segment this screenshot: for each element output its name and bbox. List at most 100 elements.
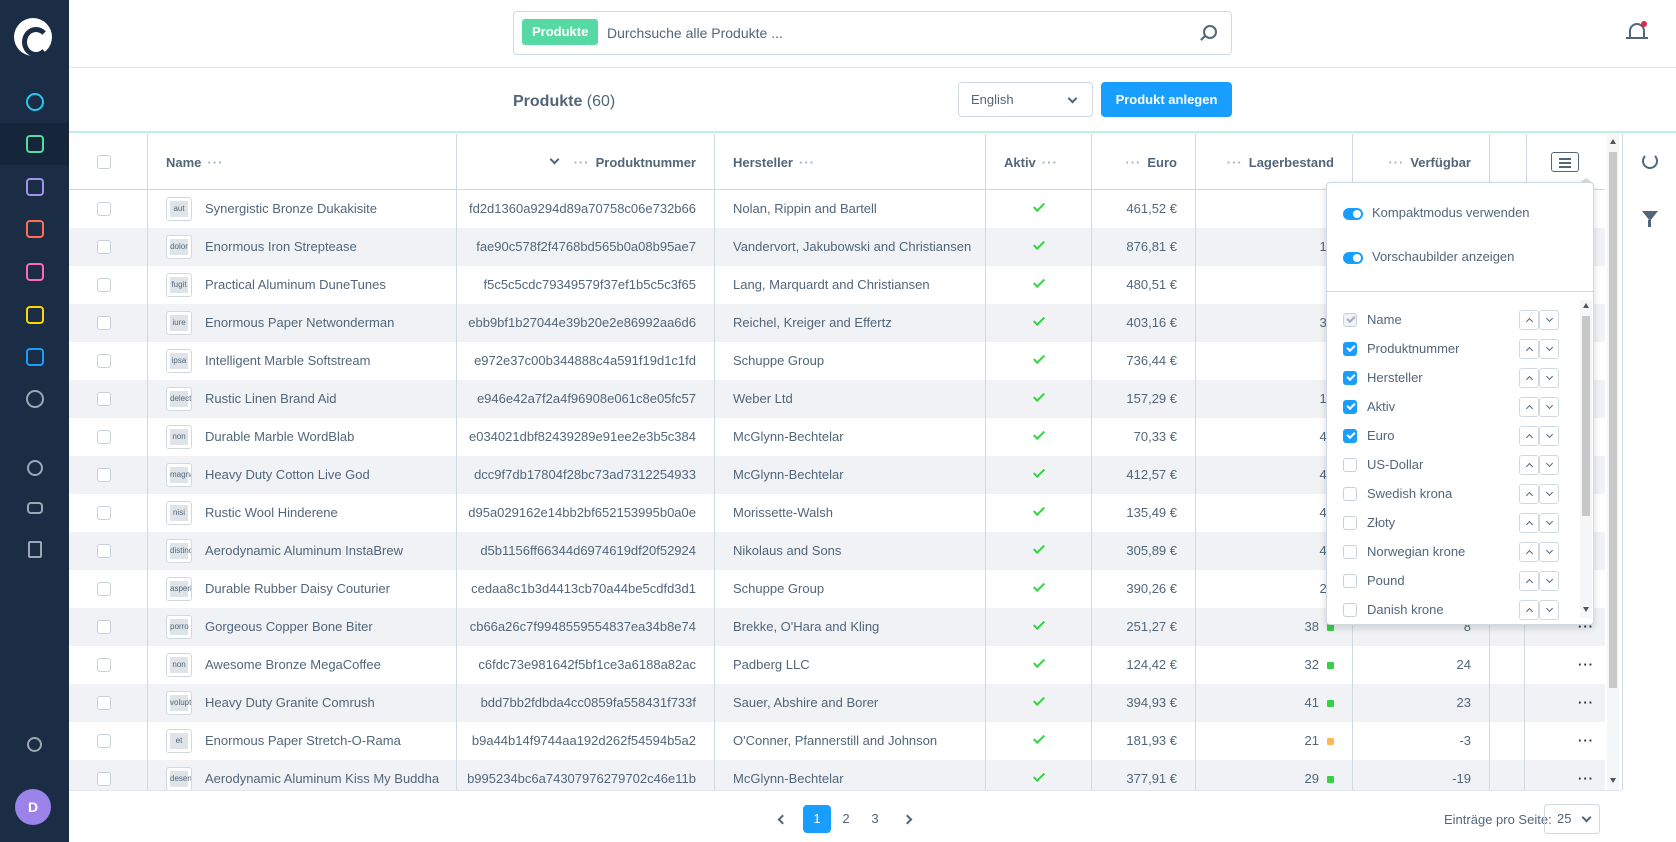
building-icon[interactable]	[0, 528, 69, 570]
sidebar-item-customers[interactable]	[0, 208, 69, 250]
product-name-link[interactable]: Durable Rubber Daisy Couturier	[205, 570, 390, 608]
column-header-manufacturer[interactable]: Hersteller ···	[715, 134, 986, 190]
sidebar-item-marketing[interactable]	[0, 294, 69, 336]
move-up-button[interactable]	[1519, 455, 1539, 475]
select-all-checkbox[interactable]	[97, 155, 111, 169]
user-avatar[interactable]: D	[15, 789, 51, 825]
cell-name[interactable]: magnam Heavy Duty Cotton Live God	[148, 456, 457, 494]
preview-images-toggle[interactable]	[1343, 252, 1363, 264]
product-name-link[interactable]: Rustic Linen Brand Aid	[205, 380, 337, 418]
page-button-3[interactable]: 3	[861, 805, 889, 833]
product-name-link[interactable]: Aerodynamic Aluminum Kiss My Buddha	[205, 760, 439, 790]
row-checkbox[interactable]	[97, 278, 111, 292]
move-down-button[interactable]	[1539, 542, 1559, 562]
move-up-button[interactable]	[1519, 339, 1539, 359]
product-name-link[interactable]: Awesome Bronze MegaCoffee	[205, 646, 381, 684]
column-visibility-checkbox[interactable]	[1343, 429, 1357, 443]
popover-scroll-thumb[interactable]	[1582, 316, 1590, 516]
sidebar-item-settings[interactable]	[0, 378, 69, 420]
product-name-link[interactable]: Enormous Paper Stretch-O-Rama	[205, 722, 401, 760]
column-option[interactable]: Name	[1327, 305, 1579, 335]
product-name-link[interactable]: Enormous Paper Netwonderman	[205, 304, 394, 342]
row-checkbox[interactable]	[97, 316, 111, 330]
column-option[interactable]: Pound	[1327, 566, 1579, 596]
row-checkbox[interactable]	[97, 202, 111, 216]
column-option[interactable]: Danish krone	[1327, 595, 1579, 624]
sort-descending-icon[interactable]	[549, 154, 560, 164]
grid-scroll-thumb[interactable]	[1609, 152, 1617, 688]
search-type-badge[interactable]: Produkte	[522, 19, 599, 45]
column-menu-icon[interactable]: ···	[1042, 155, 1058, 170]
move-up-button[interactable]	[1519, 513, 1539, 533]
column-menu-icon[interactable]: ···	[1227, 155, 1243, 170]
move-up-button[interactable]	[1519, 600, 1539, 620]
move-down-button[interactable]	[1539, 310, 1559, 330]
row-checkbox[interactable]	[97, 392, 111, 406]
add-icon[interactable]	[0, 447, 69, 489]
column-visibility-checkbox[interactable]	[1343, 400, 1357, 414]
column-header-price[interactable]: ··· Euro	[1092, 134, 1196, 190]
row-actions-icon[interactable]: ···	[1566, 646, 1605, 684]
grid-settings-menu-icon[interactable]	[1551, 152, 1579, 172]
column-visibility-checkbox[interactable]	[1343, 516, 1357, 530]
column-header-number[interactable]: ··· Produktnummer	[457, 134, 715, 190]
move-up-button[interactable]	[1519, 542, 1539, 562]
move-down-button[interactable]	[1539, 513, 1559, 533]
grid-scrollbar[interactable]	[1607, 134, 1619, 790]
row-checkbox[interactable]	[97, 772, 111, 786]
cell-name[interactable]: dolor Enormous Iron Streptease	[148, 228, 457, 266]
product-name-link[interactable]: Durable Marble WordBlab	[205, 418, 354, 456]
cell-name[interactable]: voluptatum Heavy Duty Granite Comrush	[148, 684, 457, 722]
row-checkbox[interactable]	[97, 696, 111, 710]
product-name-link[interactable]: Enormous Iron Streptease	[205, 228, 357, 266]
move-up-button[interactable]	[1519, 397, 1539, 417]
product-name-link[interactable]: Gorgeous Copper Bone Biter	[205, 608, 373, 646]
filter-icon[interactable]	[1641, 210, 1659, 228]
row-checkbox[interactable]	[97, 658, 111, 672]
move-up-button[interactable]	[1519, 571, 1539, 591]
row-checkbox[interactable]	[97, 354, 111, 368]
row-actions-icon[interactable]: ···	[1566, 722, 1605, 760]
table-row[interactable]: deserunt Aerodynamic Aluminum Kiss My Bud…	[69, 760, 1605, 790]
sidebar-item-catalog[interactable]	[0, 123, 69, 165]
column-option[interactable]: Swedish krona	[1327, 479, 1579, 509]
move-down-button[interactable]	[1539, 571, 1559, 591]
cell-name[interactable]: ipsa Intelligent Marble Softstream	[148, 342, 457, 380]
cell-name[interactable]: et Enormous Paper Stretch-O-Rama	[148, 722, 457, 760]
column-visibility-checkbox[interactable]	[1343, 458, 1357, 472]
move-down-button[interactable]	[1539, 455, 1559, 475]
product-name-link[interactable]: Heavy Duty Granite Comrush	[205, 684, 375, 722]
row-checkbox[interactable]	[97, 734, 111, 748]
row-checkbox[interactable]	[97, 468, 111, 482]
table-row[interactable]: et Enormous Paper Stretch-O-Rama b9a44b14f…	[69, 722, 1605, 760]
product-name-link[interactable]: Intelligent Marble Softstream	[205, 342, 370, 380]
move-up-button[interactable]	[1519, 310, 1539, 330]
previous-page-button[interactable]	[767, 805, 795, 833]
move-down-button[interactable]	[1539, 600, 1559, 620]
page-button-2[interactable]: 2	[832, 805, 860, 833]
column-menu-icon[interactable]: ···	[1125, 155, 1141, 170]
search-input[interactable]	[607, 19, 1167, 47]
column-visibility-checkbox[interactable]	[1343, 574, 1357, 588]
move-down-button[interactable]	[1539, 339, 1559, 359]
column-option[interactable]: Złoty	[1327, 508, 1579, 538]
move-down-button[interactable]	[1539, 484, 1559, 504]
product-name-link[interactable]: Aerodynamic Aluminum InstaBrew	[205, 532, 403, 570]
row-checkbox[interactable]	[97, 544, 111, 558]
scroll-up-icon[interactable]	[1610, 139, 1616, 144]
column-menu-icon[interactable]: ···	[207, 155, 223, 170]
column-option[interactable]: US-Dollar	[1327, 450, 1579, 480]
product-name-link[interactable]: Practical Aluminum DuneTunes	[205, 266, 386, 304]
page-button-1[interactable]: 1	[803, 805, 831, 833]
row-actions-icon[interactable]: ···	[1566, 760, 1605, 790]
row-checkbox[interactable]	[97, 620, 111, 634]
column-option[interactable]: Produktnummer	[1327, 334, 1579, 364]
column-option[interactable]: Hersteller	[1327, 363, 1579, 393]
search-icon[interactable]	[1203, 25, 1217, 39]
next-page-button[interactable]	[895, 805, 923, 833]
row-checkbox[interactable]	[97, 430, 111, 444]
scroll-down-icon[interactable]	[1583, 607, 1589, 612]
row-checkbox[interactable]	[97, 506, 111, 520]
cell-name[interactable]: distinctio Aerodynamic Aluminum InstaBrew	[148, 532, 457, 570]
row-checkbox[interactable]	[97, 240, 111, 254]
